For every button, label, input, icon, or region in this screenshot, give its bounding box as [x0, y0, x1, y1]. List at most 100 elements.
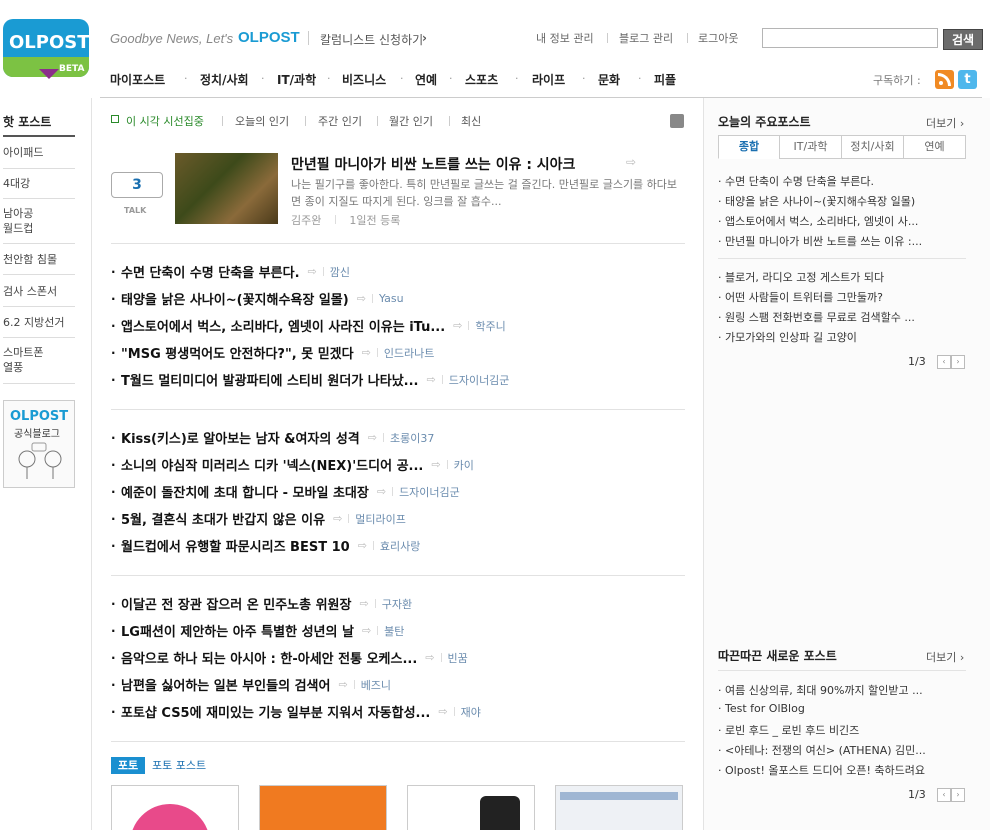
post-title[interactable]: 음악으로 하나 되는 아시아 : 한-아세안 전통 오케스...: [121, 648, 417, 667]
nav-life[interactable]: 라이프: [532, 71, 565, 88]
fresh-posts-more-link[interactable]: 더보기 ›: [926, 649, 964, 665]
photo-post-link[interactable]: 포토 포스트: [152, 757, 206, 773]
prev-page-button[interactable]: ‹: [937, 355, 951, 369]
rss-icon[interactable]: [935, 70, 954, 89]
hot-item-smartphone[interactable]: 스마트폰 열풍: [3, 345, 75, 375]
tab-now-trending[interactable]: 이 시각 시선집중: [126, 113, 204, 129]
post-author[interactable]: 베즈니: [361, 677, 391, 693]
photo-thumbnail[interactable]: [259, 785, 387, 830]
share-icon[interactable]: ⇨: [431, 458, 440, 471]
tab-latest[interactable]: 최신: [461, 113, 481, 129]
official-blog-banner[interactable]: OLPOST 공식블로그: [3, 400, 75, 488]
nav-business[interactable]: 비즈니스: [342, 71, 386, 88]
share-icon[interactable]: ⇨: [333, 512, 342, 525]
search-button[interactable]: 검색: [943, 29, 983, 50]
side-post-item[interactable]: · <아테나: 전쟁의 여신> (ATHENA) 김민...: [718, 742, 964, 758]
photo-thumbnail[interactable]: [555, 785, 683, 830]
post-title[interactable]: 5월, 결혼식 초대가 반갑지 않은 이유: [121, 509, 325, 528]
post-title[interactable]: Kiss(키스)로 알아보는 남자 &여자의 성격: [121, 428, 360, 447]
post-title[interactable]: 이달곤 전 장관 잡으러 온 민주노총 위원장: [121, 594, 351, 613]
side-post-item[interactable]: · 블로거, 라디오 고정 게스트가 되다: [718, 269, 964, 285]
tab-weekly-popular[interactable]: 주간 인기: [318, 113, 362, 129]
post-title[interactable]: "MSG 평생먹어도 안전하다?", 못 믿겠다: [121, 343, 354, 362]
feature-image[interactable]: [175, 153, 278, 224]
hot-item-election[interactable]: 6.2 지방선거: [3, 315, 75, 330]
share-icon[interactable]: ⇨: [358, 539, 367, 552]
side-post-item[interactable]: · 여름 신상의류, 최대 90%까지 할인받고 ...: [718, 682, 964, 698]
side-post-item[interactable]: · Test for OlBlog: [718, 702, 964, 715]
hot-item-cheonan[interactable]: 천안함 침몰: [3, 252, 75, 267]
apply-columnist-link[interactable]: 칼럼니스트 신청하기: [320, 31, 423, 48]
side-post-item[interactable]: · 로빈 후드 _ 로빈 후드 비긴즈: [718, 722, 964, 738]
feature-author[interactable]: 김주완: [291, 214, 321, 227]
feature-title[interactable]: 만년필 마니아가 비싼 노트를 쓰는 이유 : 시아크: [291, 154, 575, 174]
post-title[interactable]: T월드 멀티미디어 발광파티에 스티비 원더가 나타났...: [121, 370, 418, 389]
tab-overall[interactable]: 종합: [718, 135, 780, 159]
tab-today-popular[interactable]: 오늘의 인기: [235, 113, 289, 129]
share-icon[interactable]: ⇨: [438, 705, 447, 718]
tab-politics-society[interactable]: 정치/사회: [841, 135, 904, 159]
nav-people[interactable]: 피플: [654, 71, 676, 88]
twitter-icon[interactable]: t: [958, 70, 977, 89]
side-post-item[interactable]: · 수면 단축이 수명 단축을 부른다.: [718, 173, 964, 189]
post-title[interactable]: 수면 단축이 수명 단축을 부른다.: [121, 262, 300, 281]
nav-entertainment[interactable]: 연예: [415, 71, 437, 88]
nav-culture[interactable]: 문화: [598, 71, 620, 88]
post-title[interactable]: 포토샵 CS5에 재미있는 기능 일부분 지워서 자동합성...: [121, 702, 430, 721]
next-page-button[interactable]: ›: [951, 355, 965, 369]
post-author[interactable]: 학주니: [475, 318, 505, 334]
post-author[interactable]: 카이: [454, 457, 474, 473]
logout-link[interactable]: 로그아웃: [698, 30, 738, 46]
talk-count[interactable]: 3: [111, 172, 163, 198]
post-author[interactable]: 드자이너김군: [449, 372, 510, 388]
hot-item-worldcup[interactable]: 남아공 월드컵: [3, 206, 75, 236]
post-title[interactable]: 소니의 야심작 미러리스 디카 '넥스(NEX)'드디어 공...: [121, 455, 423, 474]
my-info-link[interactable]: 내 정보 관리: [536, 30, 594, 46]
side-post-item[interactable]: · 태양을 낡은 사나이~(꽃지해수욕장 일몰): [718, 193, 964, 209]
olpost-logo[interactable]: OLPOST BETA: [3, 19, 90, 79]
major-posts-more-link[interactable]: 더보기 ›: [926, 115, 964, 131]
share-icon[interactable]: ⇨: [453, 319, 462, 332]
hot-item-sponsor[interactable]: 검사 스폰서: [3, 284, 75, 299]
post-title[interactable]: 예준이 돌잔치에 초대 합니다 - 모바일 초대장: [121, 482, 369, 501]
share-icon[interactable]: ⇨: [626, 155, 636, 169]
share-icon[interactable]: ⇨: [362, 624, 371, 637]
post-author[interactable]: 인드라나트: [384, 345, 435, 361]
post-author[interactable]: 드자이너김군: [399, 484, 460, 500]
post-title[interactable]: 월드컵에서 유행할 파문시리즈 BEST 10: [121, 536, 350, 555]
post-title[interactable]: 태양을 낡은 사나이~(꽃지해수욕장 일몰): [121, 289, 349, 308]
nav-politics[interactable]: 정치/사회: [200, 71, 249, 88]
hot-item-4rivers[interactable]: 4대강: [3, 176, 75, 191]
post-author[interactable]: 효리사랑: [380, 538, 420, 554]
next-page-button[interactable]: ›: [951, 788, 965, 802]
post-author[interactable]: 깜신: [330, 264, 350, 280]
share-icon[interactable]: ⇨: [357, 292, 366, 305]
post-author[interactable]: Yasu: [379, 292, 404, 305]
post-author[interactable]: 불탄: [384, 623, 404, 639]
rss-icon[interactable]: [670, 114, 684, 128]
share-icon[interactable]: ⇨: [338, 678, 347, 691]
post-title[interactable]: 앱스토어에서 벅스, 소리바다, 엠넷이 사라진 이유는 iTu...: [121, 316, 445, 335]
share-icon[interactable]: ⇨: [425, 651, 434, 664]
share-icon[interactable]: ⇨: [362, 346, 371, 359]
tab-entertainment[interactable]: 연예: [903, 135, 966, 159]
post-author[interactable]: 멀티라이프: [355, 511, 406, 527]
share-icon[interactable]: ⇨: [426, 373, 435, 386]
side-post-item[interactable]: · 원링 스팸 전화번호를 무료로 검색할수 ...: [718, 309, 964, 325]
search-input[interactable]: [762, 28, 938, 48]
post-author[interactable]: 초롱이37: [390, 430, 434, 446]
share-icon[interactable]: ⇨: [308, 265, 317, 278]
nav-sports[interactable]: 스포츠: [465, 71, 498, 88]
share-icon[interactable]: ⇨: [368, 431, 377, 444]
post-title[interactable]: 남편을 싫어하는 일본 부인들의 검색어: [121, 675, 330, 694]
tab-it-science[interactable]: IT/과학: [779, 135, 842, 159]
prev-page-button[interactable]: ‹: [937, 788, 951, 802]
post-author[interactable]: 재야: [461, 704, 481, 720]
side-post-item[interactable]: · 가모가와의 인상파 길 고양이: [718, 329, 964, 345]
side-post-item[interactable]: · 어떤 사람들이 트위터를 그만둘까?: [718, 289, 964, 305]
side-post-item[interactable]: · 앱스토어에서 벅스, 소리바다, 엠넷이 사...: [718, 213, 964, 229]
share-icon[interactable]: ⇨: [359, 597, 368, 610]
side-post-item[interactable]: · Olpost! 올포스트 드디어 오픈! 축하드려요: [718, 762, 964, 778]
tab-monthly-popular[interactable]: 월간 인기: [389, 113, 433, 129]
post-author[interactable]: 구자환: [382, 596, 412, 612]
